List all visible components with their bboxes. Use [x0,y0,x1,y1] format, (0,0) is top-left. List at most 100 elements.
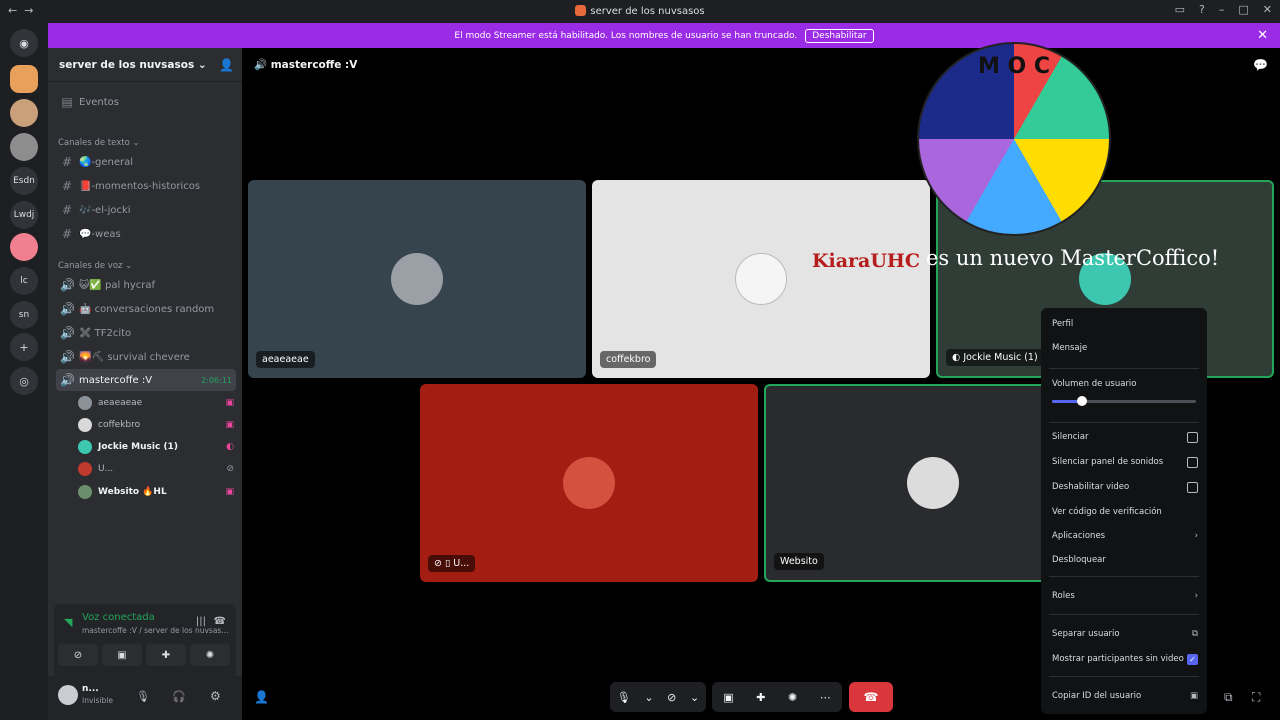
close-window-button[interactable]: ✕ [1263,3,1272,16]
voice-channel-active[interactable]: 🔊 mastercoffe :V 2:06:11 [56,369,236,391]
voice-channel-3[interactable]: 🔊 ✖️ TF2cito [56,322,236,344]
voice-channel-2[interactable]: 🔊 🤖 conversaciones random [56,298,236,320]
soundboard-icon[interactable]: ✺ [788,691,797,704]
hash-icon: # [61,203,73,217]
voice-member[interactable]: Jockie Music (1) ◐ [78,437,234,457]
discover-icon[interactable]: ◎ [10,367,38,395]
camera-off-button[interactable]: ⊘ [58,644,98,666]
avatar[interactable] [58,685,78,705]
checkbox[interactable] [1187,431,1198,443]
divider [1049,576,1199,577]
server-lc[interactable]: lc [10,267,38,295]
user-volume-slider[interactable] [1052,396,1196,406]
server-name: server de los nuvsasos [59,59,195,71]
channel-weas[interactable]: # 💬-weas [56,223,236,245]
menu-unblock[interactable]: Desbloquear [1052,552,1198,568]
voice-category[interactable]: Canales de voz ⌄ [58,261,132,271]
activities-button[interactable]: ✚ [146,644,186,666]
popout-icon[interactable]: ⧉ [1224,690,1233,705]
server-lwdj[interactable]: Lwdj [10,201,38,229]
voice-member[interactable]: Websito 🔥HL ▣ [78,482,234,502]
microphone-icon[interactable]: 🎙 [617,691,631,704]
maximize-button[interactable]: □ [1238,3,1248,16]
invite-icon[interactable]: 👤 [219,58,234,72]
chevron-down-icon[interactable]: ⌄ [690,691,699,704]
channel-el-jocki[interactable]: # 🎶-el-jocki [56,199,236,221]
banner-text: El modo Streamer está habilitado. Los no… [454,30,798,41]
inbox-icon[interactable]: ▭ [1175,3,1185,16]
menu-profile[interactable]: Perfil [1052,316,1198,332]
wheel-letters: M O C [977,54,1051,79]
divider [1049,614,1199,615]
server-icon-2[interactable] [10,99,38,127]
channel-momentos[interactable]: # 📕-momentos-historicos [56,175,236,197]
server-icon-pig[interactable] [10,233,38,261]
server-header[interactable]: server de los nuvsasos ⌄ 👤 [48,48,242,82]
server-icon-3[interactable] [10,133,38,161]
camera-off-icon[interactable]: ⊘ [667,691,676,704]
server-sn[interactable]: sn [10,301,38,329]
checkbox-checked[interactable]: ✓ [1187,653,1198,665]
menu-copy-id[interactable]: Copiar ID del usuario ▣ [1052,688,1198,704]
overlay-wheel-image: M O C [917,42,1111,236]
server-list: ◉ Esdn Lwdj lc sn + ◎ [0,23,48,720]
menu-mute-soundboard[interactable]: Silenciar panel de sonidos [1052,454,1198,470]
disable-streamer-button[interactable]: Deshabilitar [805,28,874,43]
disconnect-icon[interactable]: ☎ [214,616,226,627]
menu-roles[interactable]: Roles › [1052,588,1198,604]
activities-icon[interactable]: ✚ [756,691,765,704]
discord-home-icon[interactable]: ◉ [10,29,38,57]
menu-show-no-video[interactable]: Mostrar participantes sin video ✓ [1052,651,1198,667]
minimize-button[interactable]: – [1219,3,1225,16]
signal-icon: ◥ [64,616,73,629]
text-category[interactable]: Canales de texto ⌄ [58,138,140,148]
fullscreen-icon[interactable]: ⛶ [1252,690,1260,705]
voice-member[interactable]: coffekbro ▣ [78,415,234,435]
menu-mute[interactable]: Silenciar [1052,429,1198,445]
disconnect-button[interactable]: ☎ [849,682,893,712]
gear-icon[interactable]: ⚙ [210,689,221,703]
menu-disable-video[interactable]: Deshabilitar video [1052,479,1198,495]
chevron-down-icon[interactable]: ⌄ [644,691,653,704]
more-icon[interactable]: ⋯ [820,691,831,704]
noise-suppression-icon[interactable]: ||| [196,616,206,627]
avatar [78,485,92,499]
screen-icon: ▣ [225,487,234,497]
screen-icon: ▣ [225,398,234,408]
voice-member[interactable]: U... ⊘ [78,459,234,479]
soundboard-button[interactable]: ✺ [190,644,230,666]
menu-apps[interactable]: Aplicaciones › [1052,528,1198,544]
menu-pop-out-user[interactable]: Separar usuario ⧉ [1052,626,1198,642]
video-tile-coffekbro[interactable]: coffekbro [592,180,930,378]
screen-share-icon[interactable]: ▣ [723,691,733,704]
menu-message[interactable]: Mensaje [1052,340,1198,356]
checkbox[interactable] [1187,481,1198,493]
video-tile-u[interactable]: ⊘ ▯ U... [420,384,758,582]
channel-general[interactable]: # 🌏-general [56,151,236,173]
call-timer: 2:06:11 [201,375,232,385]
voice-connected-channel[interactable]: mastercoffe :V / server de los nuvsas... [82,626,228,635]
window-controls: ▭ ? – □ ✕ [1175,3,1272,16]
hash-icon: # [61,179,73,193]
checkbox[interactable] [1187,456,1198,468]
screen-share-button[interactable]: ▣ [102,644,142,666]
microphone-icon[interactable]: 🎙 [136,690,150,703]
help-icon[interactable]: ? [1199,3,1205,16]
close-icon[interactable]: ✕ [1257,28,1268,43]
events-item[interactable]: ▤ Eventos [56,91,236,113]
server-esdn[interactable]: Esdn [10,167,38,195]
video-tile-aeaeaeae[interactable]: aeaeaeae [248,180,586,378]
user-panel: n... Invisible 🎙 🎧 ⚙ [48,676,242,720]
add-server-icon[interactable]: + [10,333,38,361]
voice-channel-4[interactable]: 🔊 🌄⛏ survival chevere [56,346,236,368]
headphones-icon[interactable]: 🎧 [172,690,186,703]
user-name[interactable]: n... [82,684,99,694]
volume-knob[interactable] [1077,396,1088,406]
voice-member[interactable]: aeaeaeae ▣ [78,393,234,413]
server-icon-current[interactable] [10,65,38,93]
popout-icon: ⧉ [1191,629,1198,639]
voice-channel-1[interactable]: 🔊 😺✅ pal hycraf [56,274,236,296]
chat-icon[interactable]: 💬 [1253,58,1268,72]
invite-to-call-icon[interactable]: 👤 [254,690,269,704]
menu-verification-code[interactable]: Ver código de verificación [1052,504,1198,520]
